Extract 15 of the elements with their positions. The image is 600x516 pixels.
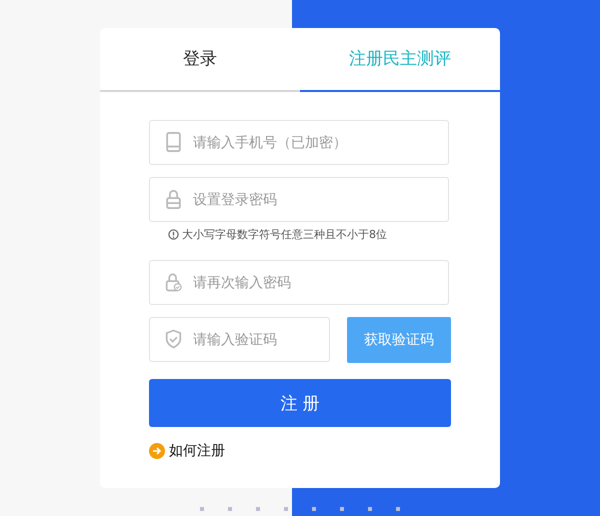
password-hint: 大小写字母数字符号任意三种且不小于8位 [182,227,387,242]
info-icon [168,229,179,240]
input-field[interactable]: 设置登录密码 [149,177,449,222]
tab[interactable]: 注册民主测评 [300,28,500,92]
get-code-button[interactable]: 获取验证码 [347,317,451,363]
lock-icon [165,189,182,209]
register-button[interactable]: 注 册 [149,379,451,427]
help-link[interactable]: 如何注册 [149,442,225,460]
shield-icon [165,329,182,349]
input-field[interactable]: 请输入验证码 [149,317,330,362]
lock-icon [165,272,182,292]
input-field[interactable]: 请再次输入密码 [149,260,449,305]
phone-icon [165,132,182,152]
input-field[interactable]: 请输入手机号（已加密） [149,120,449,165]
tab[interactable]: 登录 [100,28,300,92]
